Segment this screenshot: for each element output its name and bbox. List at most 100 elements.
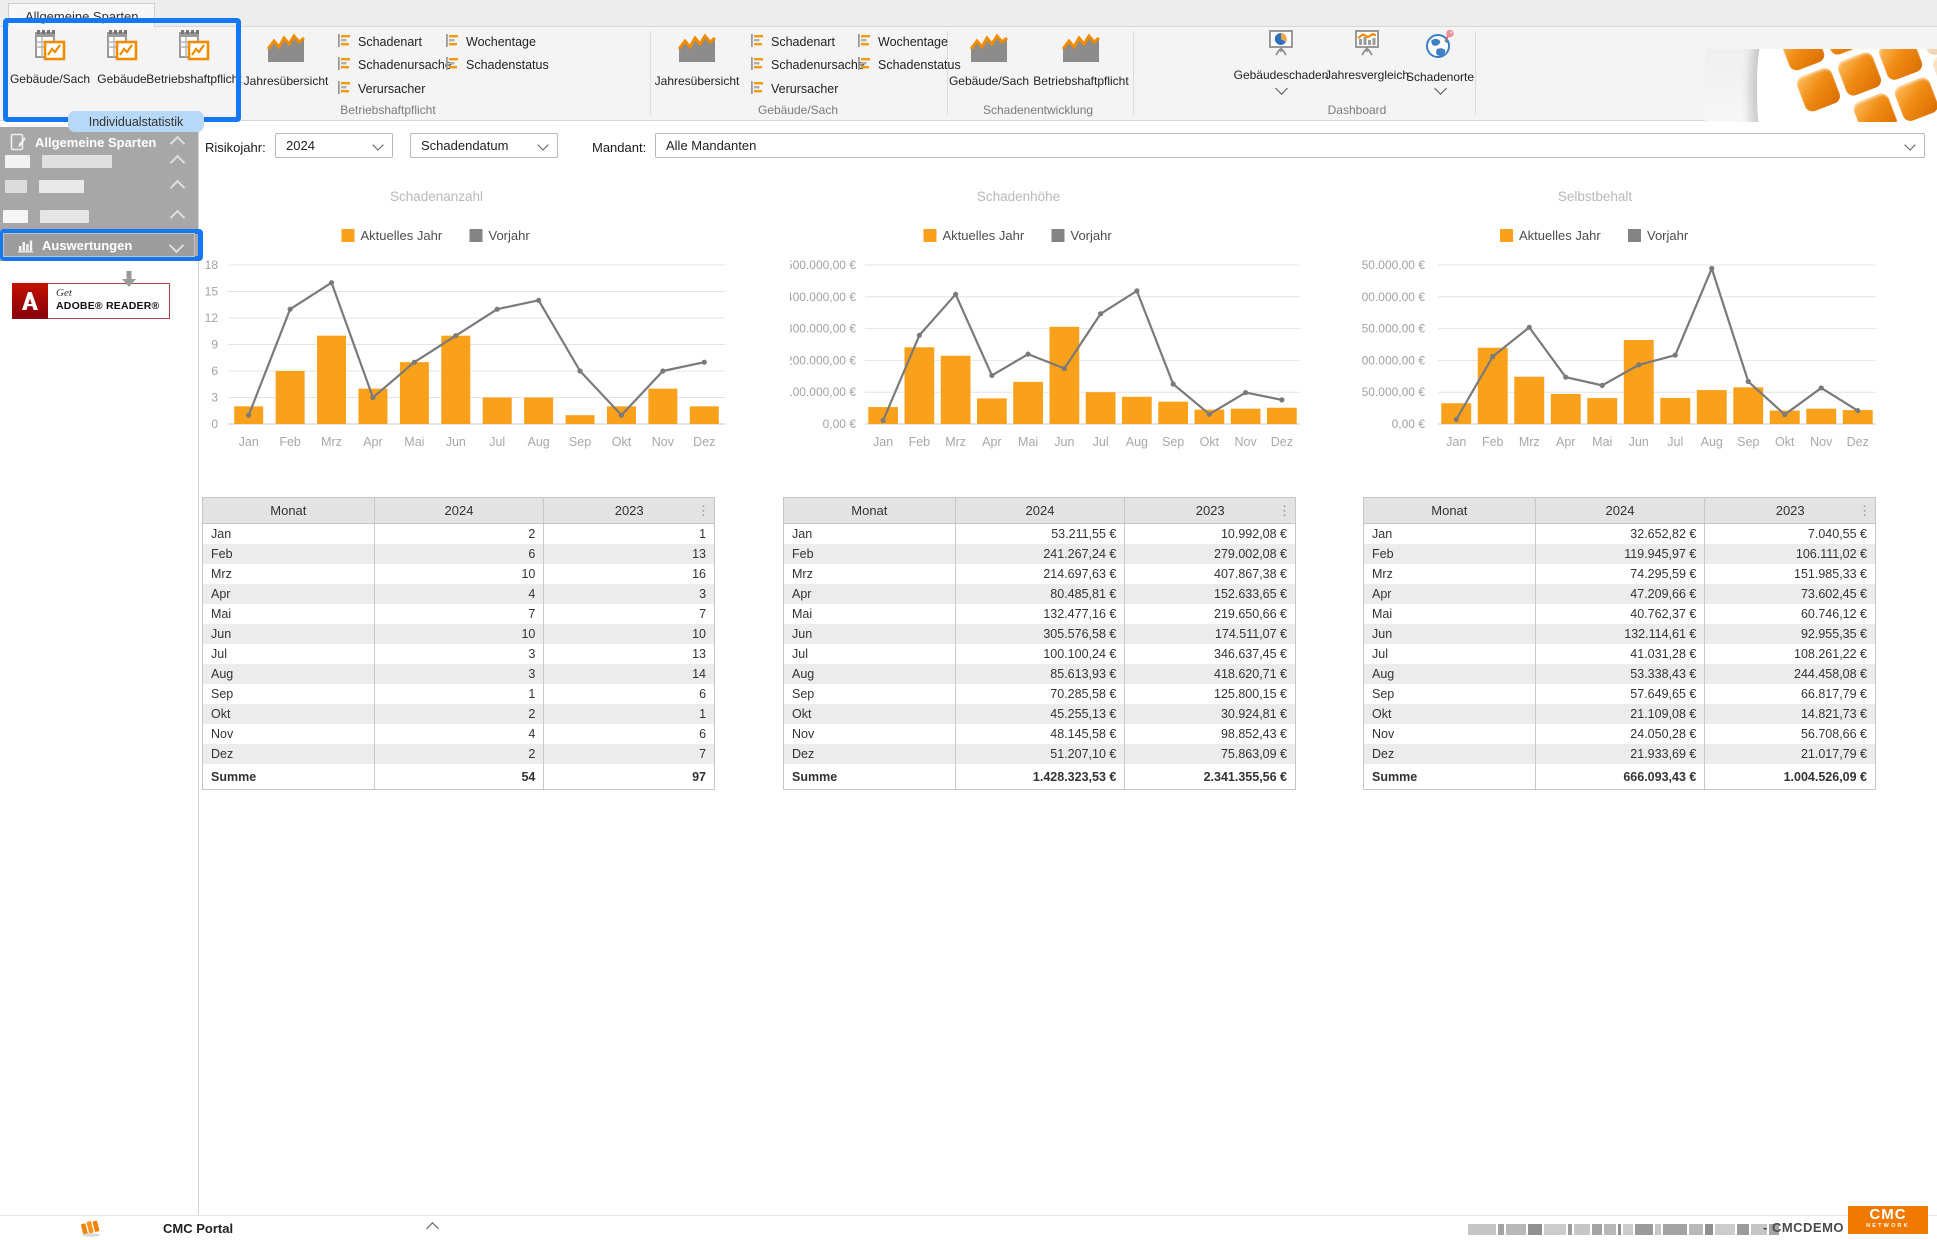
svg-text:Schadenhöhe: Schadenhöhe [977,189,1060,204]
table-row: Okt21 [203,704,714,724]
column-header[interactable]: Monat [1364,498,1535,523]
ribbon-item-schadenursache-gs[interactable]: Schadenursache [750,56,865,73]
presentation-pie-icon [1266,46,1296,63]
ribbon-item-schadenursache-bhp[interactable]: Schadenursache [337,56,452,73]
table-header: Monat20242023⋮ [203,498,714,524]
ribbon-item-verursacher-bhp[interactable]: Verursacher [337,80,425,97]
risikojahr-select[interactable]: 2024 [275,133,393,158]
button-label: Betriebshaftpflicht [1021,74,1141,88]
svg-text:150.000,00 €: 150.000,00 € [1362,322,1425,336]
table-cell: Nov [784,724,955,744]
ribbon: Gebäude/Sach Gebäude Betriebshaftpflicht… [0,27,1937,121]
chevron-up-icon[interactable] [170,180,186,196]
bar-line-chart: SchadenanzahlAktuelles JahrVorjahr036912… [204,185,774,460]
table-cell: 125.800,15 € [1124,684,1295,704]
chevron-down-icon[interactable] [1434,82,1447,95]
table-row: Jun305.576,58 €174.511,07 € [784,624,1295,644]
svg-text:Aug: Aug [1126,435,1148,449]
ribbon-item-schadenart-gs[interactable]: Schadenart [750,33,835,50]
table-cell: Feb [1364,544,1535,564]
ribbon-item-verursacher-gs[interactable]: Verursacher [750,80,838,97]
ribbon-item-schadenstatus-bhp[interactable]: Schadenstatus [445,56,549,73]
ribbon-item-schadenart-bhp[interactable]: Schadenart [337,33,422,50]
table-cell: 241.267,24 € [955,544,1125,564]
chevron-up-icon[interactable] [170,155,186,171]
svg-text:250.000,00 €: 250.000,00 € [1362,258,1425,272]
redacted-sidebar-row[interactable] [5,155,112,173]
sidebar-item-label: Auswertungen [42,238,132,253]
table-cell: Jul [203,644,374,664]
risikojahr-label: Risikojahr: [205,140,266,155]
ribbon-item-wochentage-bhp[interactable]: Wochentage [445,33,536,50]
svg-text:Aug: Aug [1701,435,1723,449]
table-cell: 666.093,43 € [1535,764,1705,789]
table-cell: 108.261,22 € [1704,644,1875,664]
table-cell: 30.924,81 € [1124,704,1295,724]
ribbon-button-schadenorte[interactable]: Schadenorte [1380,29,1500,84]
svg-text:Jul: Jul [489,435,505,449]
chevron-up-icon[interactable] [170,136,186,152]
svg-text:Aug: Aug [528,435,550,449]
mandant-select[interactable]: Alle Mandanten [655,133,1925,158]
table-cell: 75.863,09 € [1124,744,1295,764]
table-cell: 10 [374,564,544,584]
download-arrow-icon [120,270,138,290]
redacted-user-name [1468,1221,1781,1239]
table-menu-icon[interactable]: ⋮ [1858,502,1871,519]
column-header[interactable]: 2023 [1704,498,1875,523]
svg-text:Jun: Jun [1054,435,1074,449]
svg-text:Apr: Apr [1556,435,1575,449]
sidebar-item-auswertungen[interactable]: Auswertungen [3,233,195,257]
notes-icon [10,133,26,151]
column-header[interactable]: Monat [203,498,374,523]
table-cell: 85.613,93 € [955,664,1125,684]
table-cell: Sep [784,684,955,704]
chevron-up-icon[interactable] [170,210,186,226]
table-cell: 4 [374,584,544,604]
column-header[interactable]: 2024 [1535,498,1705,523]
svg-text:Vorjahr: Vorjahr [1647,228,1689,243]
table-menu-icon[interactable]: ⋮ [1278,502,1291,519]
get-adobe-reader-badge[interactable]: Get ADOBE® READER® [12,283,170,319]
chart-schadenhoehe: SchadenhöheAktuelles JahrVorjahr0,00 €10… [790,185,1350,465]
column-header[interactable]: 2024 [955,498,1125,523]
table-cell: Apr [784,584,955,604]
table-cell: Dez [203,744,374,764]
column-header[interactable]: 2023 [543,498,714,523]
table-cell: Nov [203,724,374,744]
table-row: Mrz1016 [203,564,714,584]
cmc-portal-logo-icon [78,1219,104,1237]
table-row: Okt45.255,13 €30.924,81 € [784,704,1295,724]
redacted-sidebar-row[interactable] [5,180,84,198]
table-cell: 53.338,43 € [1535,664,1705,684]
adobe-badge-text: Get ADOBE® READER® [48,283,170,319]
table-cell: Dez [784,744,955,764]
bar-list-icon [750,80,765,98]
table-row: Mrz74.295,59 €151.985,33 € [1364,564,1875,584]
svg-text:Schadenanzahl: Schadenanzahl [390,189,483,204]
column-header[interactable]: Monat [784,498,955,523]
table-row: Summe5497 [203,764,714,789]
chevron-down-icon[interactable] [1275,82,1288,95]
table-cell: 174.511,07 € [1124,624,1295,644]
datefield-select[interactable]: Schadendatum [410,133,558,158]
table-menu-icon[interactable]: ⋮ [697,502,710,519]
table-cell: Aug [784,664,955,684]
table-cell: 3 [374,664,544,684]
column-header[interactable]: 2024 [374,498,544,523]
redacted-sidebar-row[interactable] [3,210,89,228]
svg-text:0: 0 [211,417,218,431]
ribbon-button-jahresuebersicht-gs[interactable]: Jahresübersicht [637,29,757,88]
cmc-logo-subtext: NETWORK [1848,1223,1928,1229]
column-header[interactable]: 2023 [1124,498,1295,523]
svg-text:Jun: Jun [1629,435,1649,449]
sidebar-item-allgemeine-sparten[interactable]: Allgemeine Sparten [10,133,156,151]
svg-text:Jan: Jan [873,435,893,449]
table-cell: Jun [203,624,374,644]
svg-text:18: 18 [205,258,219,272]
ribbon-button-entwicklung-betriebshaftpflicht[interactable]: Betriebshaftpflicht [1021,29,1141,88]
table-row: Aug53.338,43 €244.458,08 € [1364,664,1875,684]
ribbon-button-jahresuebersicht-bhp[interactable]: Jahresübersicht [226,29,346,88]
bar-line-chart: SelbstbehaltAktuelles JahrVorjahr0,00 €5… [1362,185,1928,460]
table-cell: 57.649,65 € [1535,684,1705,704]
